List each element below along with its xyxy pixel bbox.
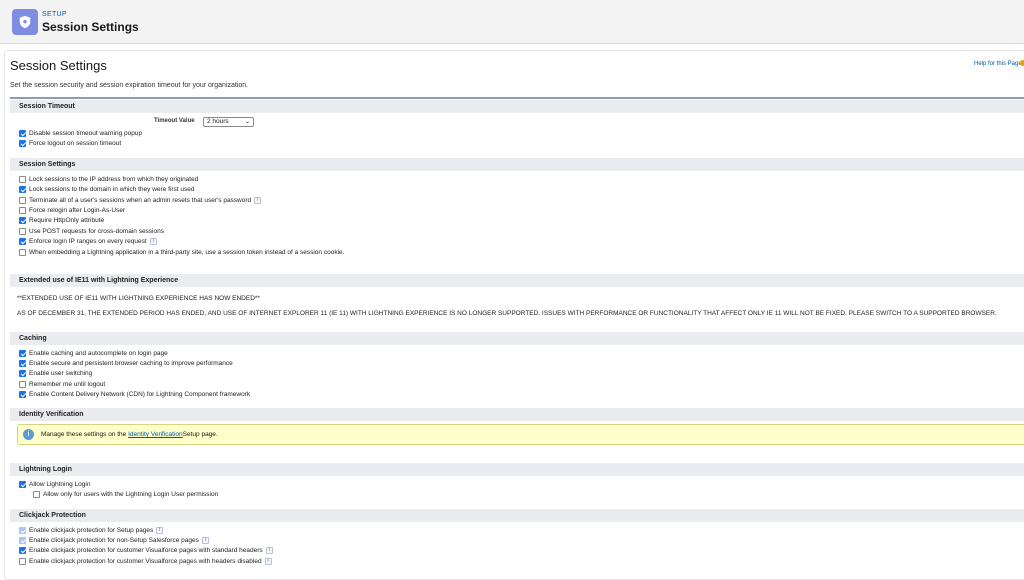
checkbox[interactable] bbox=[19, 227, 26, 235]
section-identity-verification: Identity Verification bbox=[10, 408, 1024, 421]
checkbox[interactable] bbox=[19, 175, 26, 183]
info-icon: i bbox=[23, 429, 34, 440]
ie11-notice-title: **EXTENDED USE OF IE11 WITH LIGHTNING EX… bbox=[17, 295, 260, 302]
checkbox-label: Force logout on session timeout bbox=[29, 139, 122, 147]
section-session-settings: Session Settings bbox=[10, 158, 1024, 171]
checkbox[interactable] bbox=[19, 380, 26, 388]
checkbox-label: Allow only for users with the Lightning … bbox=[43, 490, 219, 498]
checkbox-row[interactable]: Enable clickjack protection for customer… bbox=[19, 545, 273, 555]
checkbox-row[interactable]: Allow Lightning Login bbox=[19, 479, 90, 489]
checkbox-label: When embedding a Lightning application i… bbox=[29, 248, 345, 256]
timeout-value-select[interactable]: 2 hours ⌄ bbox=[203, 117, 254, 127]
checkbox-label: Enable Content Delivery Network (CDN) fo… bbox=[29, 390, 251, 398]
checkbox-label: Lock sessions to the IP address from whi… bbox=[29, 175, 199, 183]
checkbox[interactable] bbox=[19, 129, 26, 137]
info-icon[interactable]: i bbox=[149, 237, 157, 245]
timeout-value-label: Timeout Value bbox=[154, 118, 195, 124]
ie11-notice-body: AS OF DECEMBER 31, THE EXTENDED PERIOD H… bbox=[17, 310, 997, 317]
checkbox-label: Use POST requests for cross-domain sessi… bbox=[29, 227, 164, 235]
checkbox-label: Enable clickjack protection for non-Setu… bbox=[29, 536, 199, 544]
checkbox[interactable] bbox=[19, 557, 26, 565]
checkbox[interactable] bbox=[19, 139, 26, 147]
checkbox-row[interactable]: Require HttpOnly attribute bbox=[19, 215, 104, 225]
checkbox-row[interactable]: Terminate all of a user's sessions when … bbox=[19, 195, 262, 205]
info-icon[interactable]: i bbox=[265, 546, 273, 554]
section-session-timeout: Session Timeout bbox=[10, 100, 1024, 113]
checkbox-label: Allow Lightning Login bbox=[29, 480, 91, 488]
shield-icon bbox=[12, 9, 38, 35]
checkbox-label: Require HttpOnly attribute bbox=[29, 216, 105, 224]
help-link[interactable]: Help for this Page bbox=[974, 61, 1022, 67]
checkbox-row[interactable]: Allow only for users with the Lightning … bbox=[33, 489, 218, 499]
checkbox[interactable] bbox=[19, 480, 26, 488]
divider bbox=[10, 97, 1024, 99]
checkbox-row: Enable clickjack protection for Setup pa… bbox=[19, 525, 164, 535]
info-icon[interactable]: i bbox=[264, 557, 272, 565]
checkbox-label: Enable clickjack protection for customer… bbox=[29, 546, 263, 554]
checkbox-row[interactable]: When embedding a Lightning application i… bbox=[19, 247, 344, 257]
checkbox-row[interactable]: Disable session timeout warning popup bbox=[19, 128, 142, 138]
checkbox[interactable] bbox=[19, 196, 26, 204]
breadcrumb[interactable]: SETUP bbox=[42, 11, 67, 18]
checkbox-row[interactable]: Enforce login IP ranges on every request… bbox=[19, 236, 157, 246]
checkbox-row[interactable]: Enable secure and persistent browser cac… bbox=[19, 358, 233, 368]
checkbox[interactable] bbox=[19, 206, 26, 214]
checkbox-row[interactable]: Use POST requests for cross-domain sessi… bbox=[19, 226, 164, 236]
checkbox-label: Disable session timeout warning popup bbox=[29, 129, 143, 137]
checkbox-row[interactable]: Enable clickjack protection for customer… bbox=[19, 556, 272, 566]
notice-text: Manage these settings on the bbox=[41, 431, 127, 438]
checkbox-row[interactable]: Enable Content Delivery Network (CDN) fo… bbox=[19, 389, 250, 399]
checkbox-row[interactable]: Force logout on session timeout bbox=[19, 138, 121, 148]
checkbox[interactable] bbox=[19, 237, 26, 245]
checkbox-row[interactable]: Force relogin after Login-As-User bbox=[19, 205, 125, 215]
checkbox-row[interactable]: Remember me until logout bbox=[19, 379, 105, 389]
help-icon[interactable] bbox=[1020, 60, 1024, 66]
checkbox-label: Enable clickjack protection for Setup pa… bbox=[29, 526, 154, 534]
info-icon[interactable]: i bbox=[156, 526, 164, 534]
checkbox[interactable] bbox=[19, 546, 26, 554]
timeout-value: 2 hours bbox=[207, 118, 229, 125]
checkbox-label: Force relogin after Login-As-User bbox=[29, 206, 126, 214]
identity-notice: i Manage these settings on the Identity … bbox=[17, 424, 1024, 445]
page-title: Session Settings bbox=[10, 58, 107, 73]
checkbox[interactable] bbox=[19, 349, 26, 357]
section-caching: Caching bbox=[10, 332, 1024, 345]
section-ie11: Extended use of IE11 with Lightning Expe… bbox=[10, 274, 1024, 287]
checkbox-label: Enforce login IP ranges on every request bbox=[29, 237, 147, 245]
chevron-down-icon: ⌄ bbox=[244, 119, 250, 125]
checkbox-label: Enable secure and persistent browser cac… bbox=[29, 359, 233, 367]
checkbox-label: Remember me until logout bbox=[29, 380, 106, 388]
checkbox[interactable] bbox=[33, 490, 40, 498]
checkbox-label: Enable clickjack protection for customer… bbox=[29, 557, 262, 565]
checkbox bbox=[19, 526, 26, 534]
checkbox[interactable] bbox=[19, 248, 26, 256]
page-description: Set the session security and session exp… bbox=[10, 82, 249, 89]
checkbox-row[interactable]: Enable user switching bbox=[19, 368, 92, 378]
checkbox-row[interactable]: Lock sessions to the IP address from whi… bbox=[19, 174, 198, 184]
checkbox-label: Enable caching and autocomplete on login… bbox=[29, 349, 168, 357]
checkbox-row: Enable clickjack protection for non-Setu… bbox=[19, 535, 209, 545]
header-title: Session Settings bbox=[42, 20, 139, 34]
info-icon[interactable]: i bbox=[254, 196, 262, 204]
checkbox-label: Lock sessions to the domain in which the… bbox=[29, 185, 195, 193]
notice-text-end: Setup page. bbox=[182, 431, 218, 438]
info-icon[interactable]: i bbox=[201, 536, 209, 544]
checkbox[interactable] bbox=[19, 359, 26, 367]
checkbox[interactable] bbox=[19, 185, 26, 193]
section-clickjack: Clickjack Protection bbox=[10, 509, 1024, 522]
section-lightning-login: Lightning Login bbox=[10, 463, 1024, 476]
setup-header: SETUP Session Settings bbox=[0, 0, 1024, 44]
checkbox-label: Enable user switching bbox=[29, 369, 93, 377]
checkbox-row[interactable]: Enable caching and autocomplete on login… bbox=[19, 348, 168, 358]
checkbox-label: Terminate all of a user's sessions when … bbox=[29, 196, 252, 204]
identity-verification-link[interactable]: Identity Verification bbox=[128, 431, 183, 438]
checkbox[interactable] bbox=[19, 390, 26, 398]
checkbox[interactable] bbox=[19, 216, 26, 224]
checkbox bbox=[19, 536, 26, 544]
checkbox[interactable] bbox=[19, 369, 26, 377]
checkbox-row[interactable]: Lock sessions to the domain in which the… bbox=[19, 184, 194, 194]
